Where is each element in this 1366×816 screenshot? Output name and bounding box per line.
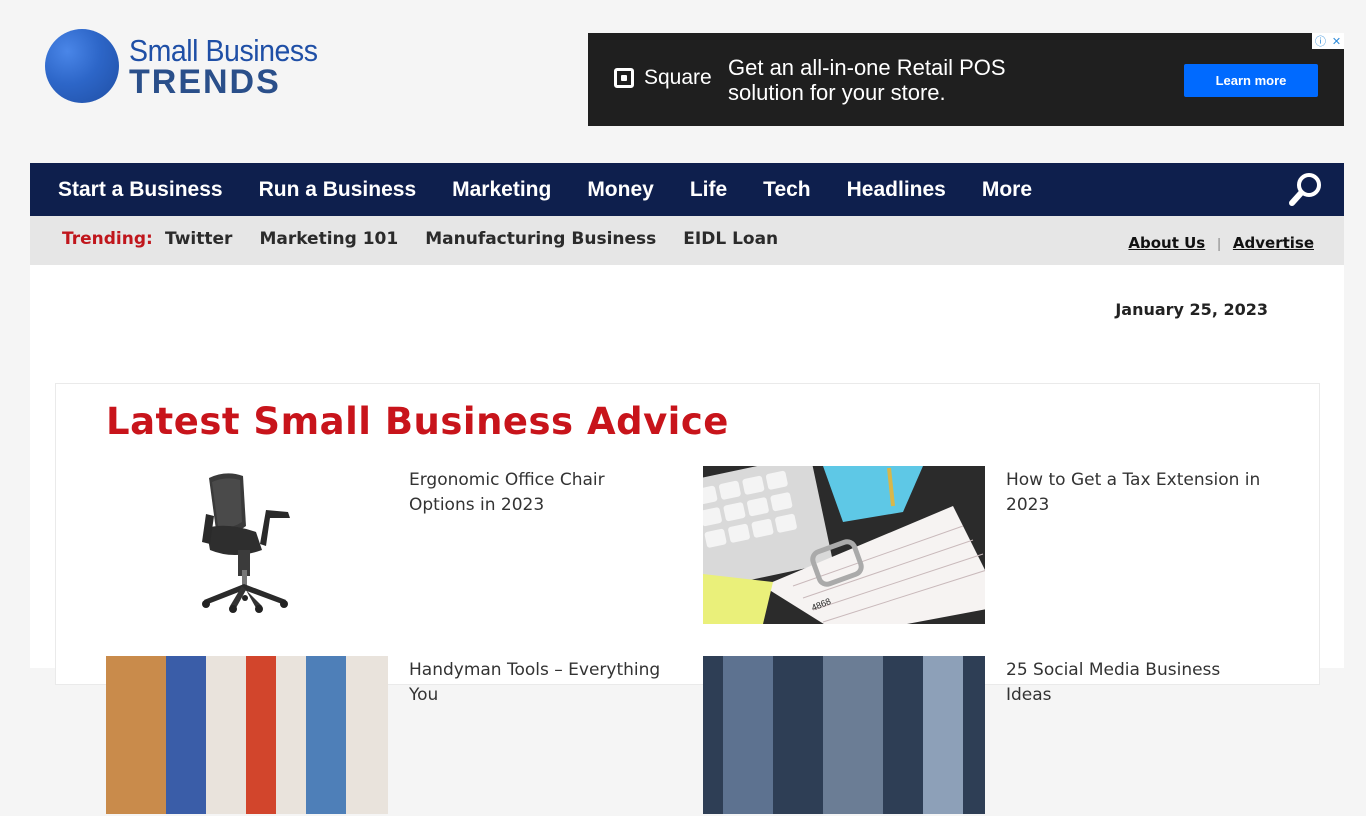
nav-item-headlines[interactable]: Headlines [847, 178, 946, 202]
ad-headline-line1: Get an all-in-one Retail POS [728, 55, 1006, 80]
trending-link-twitter[interactable]: Twitter [165, 229, 232, 249]
site-header: Small Business TRENDS Square Get an all-… [0, 0, 1366, 162]
article-image-handyman-tools[interactable] [106, 656, 388, 814]
search-icon[interactable] [1288, 171, 1324, 207]
banner-ad[interactable]: Square Get an all-in-one Retail POS solu… [588, 33, 1344, 126]
handyman-image [106, 656, 388, 814]
article-title[interactable]: How to Get a Tax Extension in 2023 [1006, 468, 1266, 518]
nav-item-start-a-business[interactable]: Start a Business [58, 178, 223, 202]
trending-link-manufacturing-business[interactable]: Manufacturing Business [425, 229, 656, 249]
trending-link-eidl-loan[interactable]: EIDL Loan [683, 229, 778, 249]
logo-text-line2: TRENDS [129, 63, 281, 101]
article-card[interactable]: Handyman Tools – Everything You [106, 656, 706, 816]
article-image-tax-extension[interactable]: 4868 [703, 466, 985, 624]
ad-close-icon[interactable]: ✕ [1332, 35, 1341, 48]
section-title: Latest Small Business Advice [106, 400, 729, 443]
nav-item-more[interactable]: More [982, 178, 1032, 202]
article-card[interactable]: 4868 How to Get a Tax Extension in 2023 [703, 466, 1303, 626]
ad-headline: Get an all-in-one Retail POS solution fo… [728, 55, 1006, 105]
ad-headline-line2: solution for your store. [728, 80, 946, 105]
utility-links: About Us | Advertise [1128, 234, 1314, 252]
main-content: January 25, 2023 Latest Small Business A… [30, 265, 1344, 814]
ad-choices[interactable]: ⓘ ✕ [1312, 33, 1344, 49]
square-logo-icon [614, 68, 634, 88]
nav-item-marketing[interactable]: Marketing [452, 178, 551, 202]
logo-globe-icon [45, 29, 119, 103]
nav-item-life[interactable]: Life [690, 178, 727, 202]
article-title[interactable]: Handyman Tools – Everything You [409, 658, 669, 708]
article-card[interactable]: Ergonomic Office Chair Options in 2023 [106, 466, 706, 626]
trending-link-marketing-101[interactable]: Marketing 101 [259, 229, 398, 249]
trending-label: Trending: [62, 229, 153, 249]
office-chair-image [106, 466, 388, 624]
site-logo[interactable]: Small Business TRENDS [45, 29, 320, 104]
article-image-office-chair[interactable] [106, 466, 388, 624]
article-image-social-media[interactable] [703, 656, 985, 814]
article-title[interactable]: 25 Social Media Business Ideas [1006, 658, 1266, 708]
ad-brand: Square [614, 66, 712, 90]
latest-advice-section: Latest Small Business Advice Ergonomic O… [55, 383, 1320, 814]
nav-item-run-a-business[interactable]: Run a Business [259, 178, 417, 202]
ad-info-icon[interactable]: ⓘ [1315, 33, 1326, 49]
article-title[interactable]: Ergonomic Office Chair Options in 2023 [409, 468, 669, 518]
social-media-image [703, 656, 985, 814]
main-nav: Start a Business Run a Business Marketin… [30, 163, 1344, 216]
trending-links: Twitter Marketing 101 Manufacturing Busi… [165, 229, 778, 249]
utility-separator: | [1217, 235, 1221, 251]
tax-form-image: 4868 [703, 466, 985, 624]
about-us-link[interactable]: About Us [1128, 234, 1205, 252]
advertise-link[interactable]: Advertise [1233, 234, 1314, 252]
article-card[interactable]: 25 Social Media Business Ideas [703, 656, 1303, 816]
nav-item-money[interactable]: Money [587, 178, 654, 202]
nav-item-tech[interactable]: Tech [763, 178, 810, 202]
ad-learn-more-button[interactable]: Learn more [1184, 64, 1318, 97]
trending-bar: Trending: Twitter Marketing 101 Manufact… [30, 216, 1344, 265]
current-date: January 25, 2023 [1115, 300, 1268, 319]
ad-brand-name: Square [644, 66, 712, 89]
